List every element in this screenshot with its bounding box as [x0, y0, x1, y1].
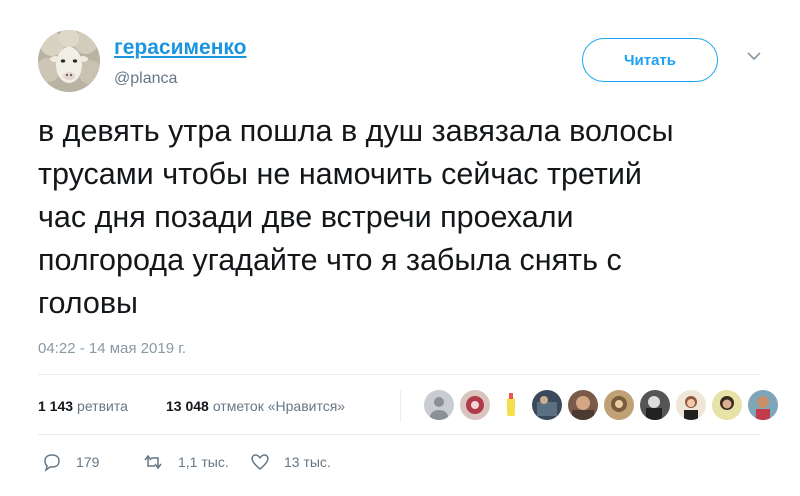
divider-top — [38, 374, 760, 375]
liker-avatar[interactable] — [748, 390, 778, 420]
liker-avatar[interactable] — [712, 390, 742, 420]
like-icon — [251, 454, 269, 470]
retweet-count: 1,1 тыс. — [178, 454, 229, 470]
liker-avatar[interactable] — [460, 390, 490, 420]
tweet-stats: 1 143 ретвита 13 048 отметок «Нравится» — [38, 388, 778, 424]
chevron-down-icon[interactable] — [744, 46, 764, 66]
user-display-name[interactable]: герасименко — [114, 36, 246, 60]
follow-button[interactable]: Читать — [582, 38, 718, 82]
retweets-count: 1 143 — [38, 398, 74, 414]
sheep-avatar-image — [38, 30, 100, 92]
likes-stat[interactable]: 13 048 отметок «Нравится» — [166, 398, 345, 414]
liker-avatar[interactable] — [604, 390, 634, 420]
retweet-action[interactable]: 1,1 тыс. — [142, 452, 229, 472]
likes-label: отметок «Нравится» — [212, 398, 346, 414]
divider-bottom — [38, 434, 760, 435]
user-avatar[interactable] — [38, 30, 100, 92]
retweets-label: ретвита — [77, 398, 128, 414]
user-handle: @planca — [114, 70, 178, 87]
retweets-stat[interactable]: 1 143 ретвита — [38, 398, 128, 414]
reply-icon — [44, 454, 60, 472]
tweet-header: герасименко @planca Читать — [38, 30, 768, 100]
like-count: 13 тыс. — [284, 454, 331, 470]
tweet-timestamp[interactable]: 04:22 - 14 мая 2019 г. — [38, 340, 186, 357]
likes-count: 13 048 — [166, 398, 209, 414]
liker-avatar[interactable] — [496, 390, 526, 420]
liker-avatar[interactable] — [532, 390, 562, 420]
tweet-text: в девять утра пошла в душ завязала волос… — [38, 114, 674, 320]
liker-avatar[interactable] — [676, 390, 706, 420]
tweet-actions: 179 1,1 тыс. 13 тыс. — [38, 452, 438, 480]
liker-avatar[interactable] — [424, 390, 454, 420]
like-action[interactable]: 13 тыс. — [250, 452, 331, 472]
reply-count: 179 — [76, 454, 100, 470]
liker-avatar[interactable] — [568, 390, 598, 420]
retweet-icon — [144, 454, 162, 470]
stats-separator — [400, 390, 401, 422]
reply-action[interactable]: 179 — [42, 452, 99, 472]
liker-avatar[interactable] — [640, 390, 670, 420]
